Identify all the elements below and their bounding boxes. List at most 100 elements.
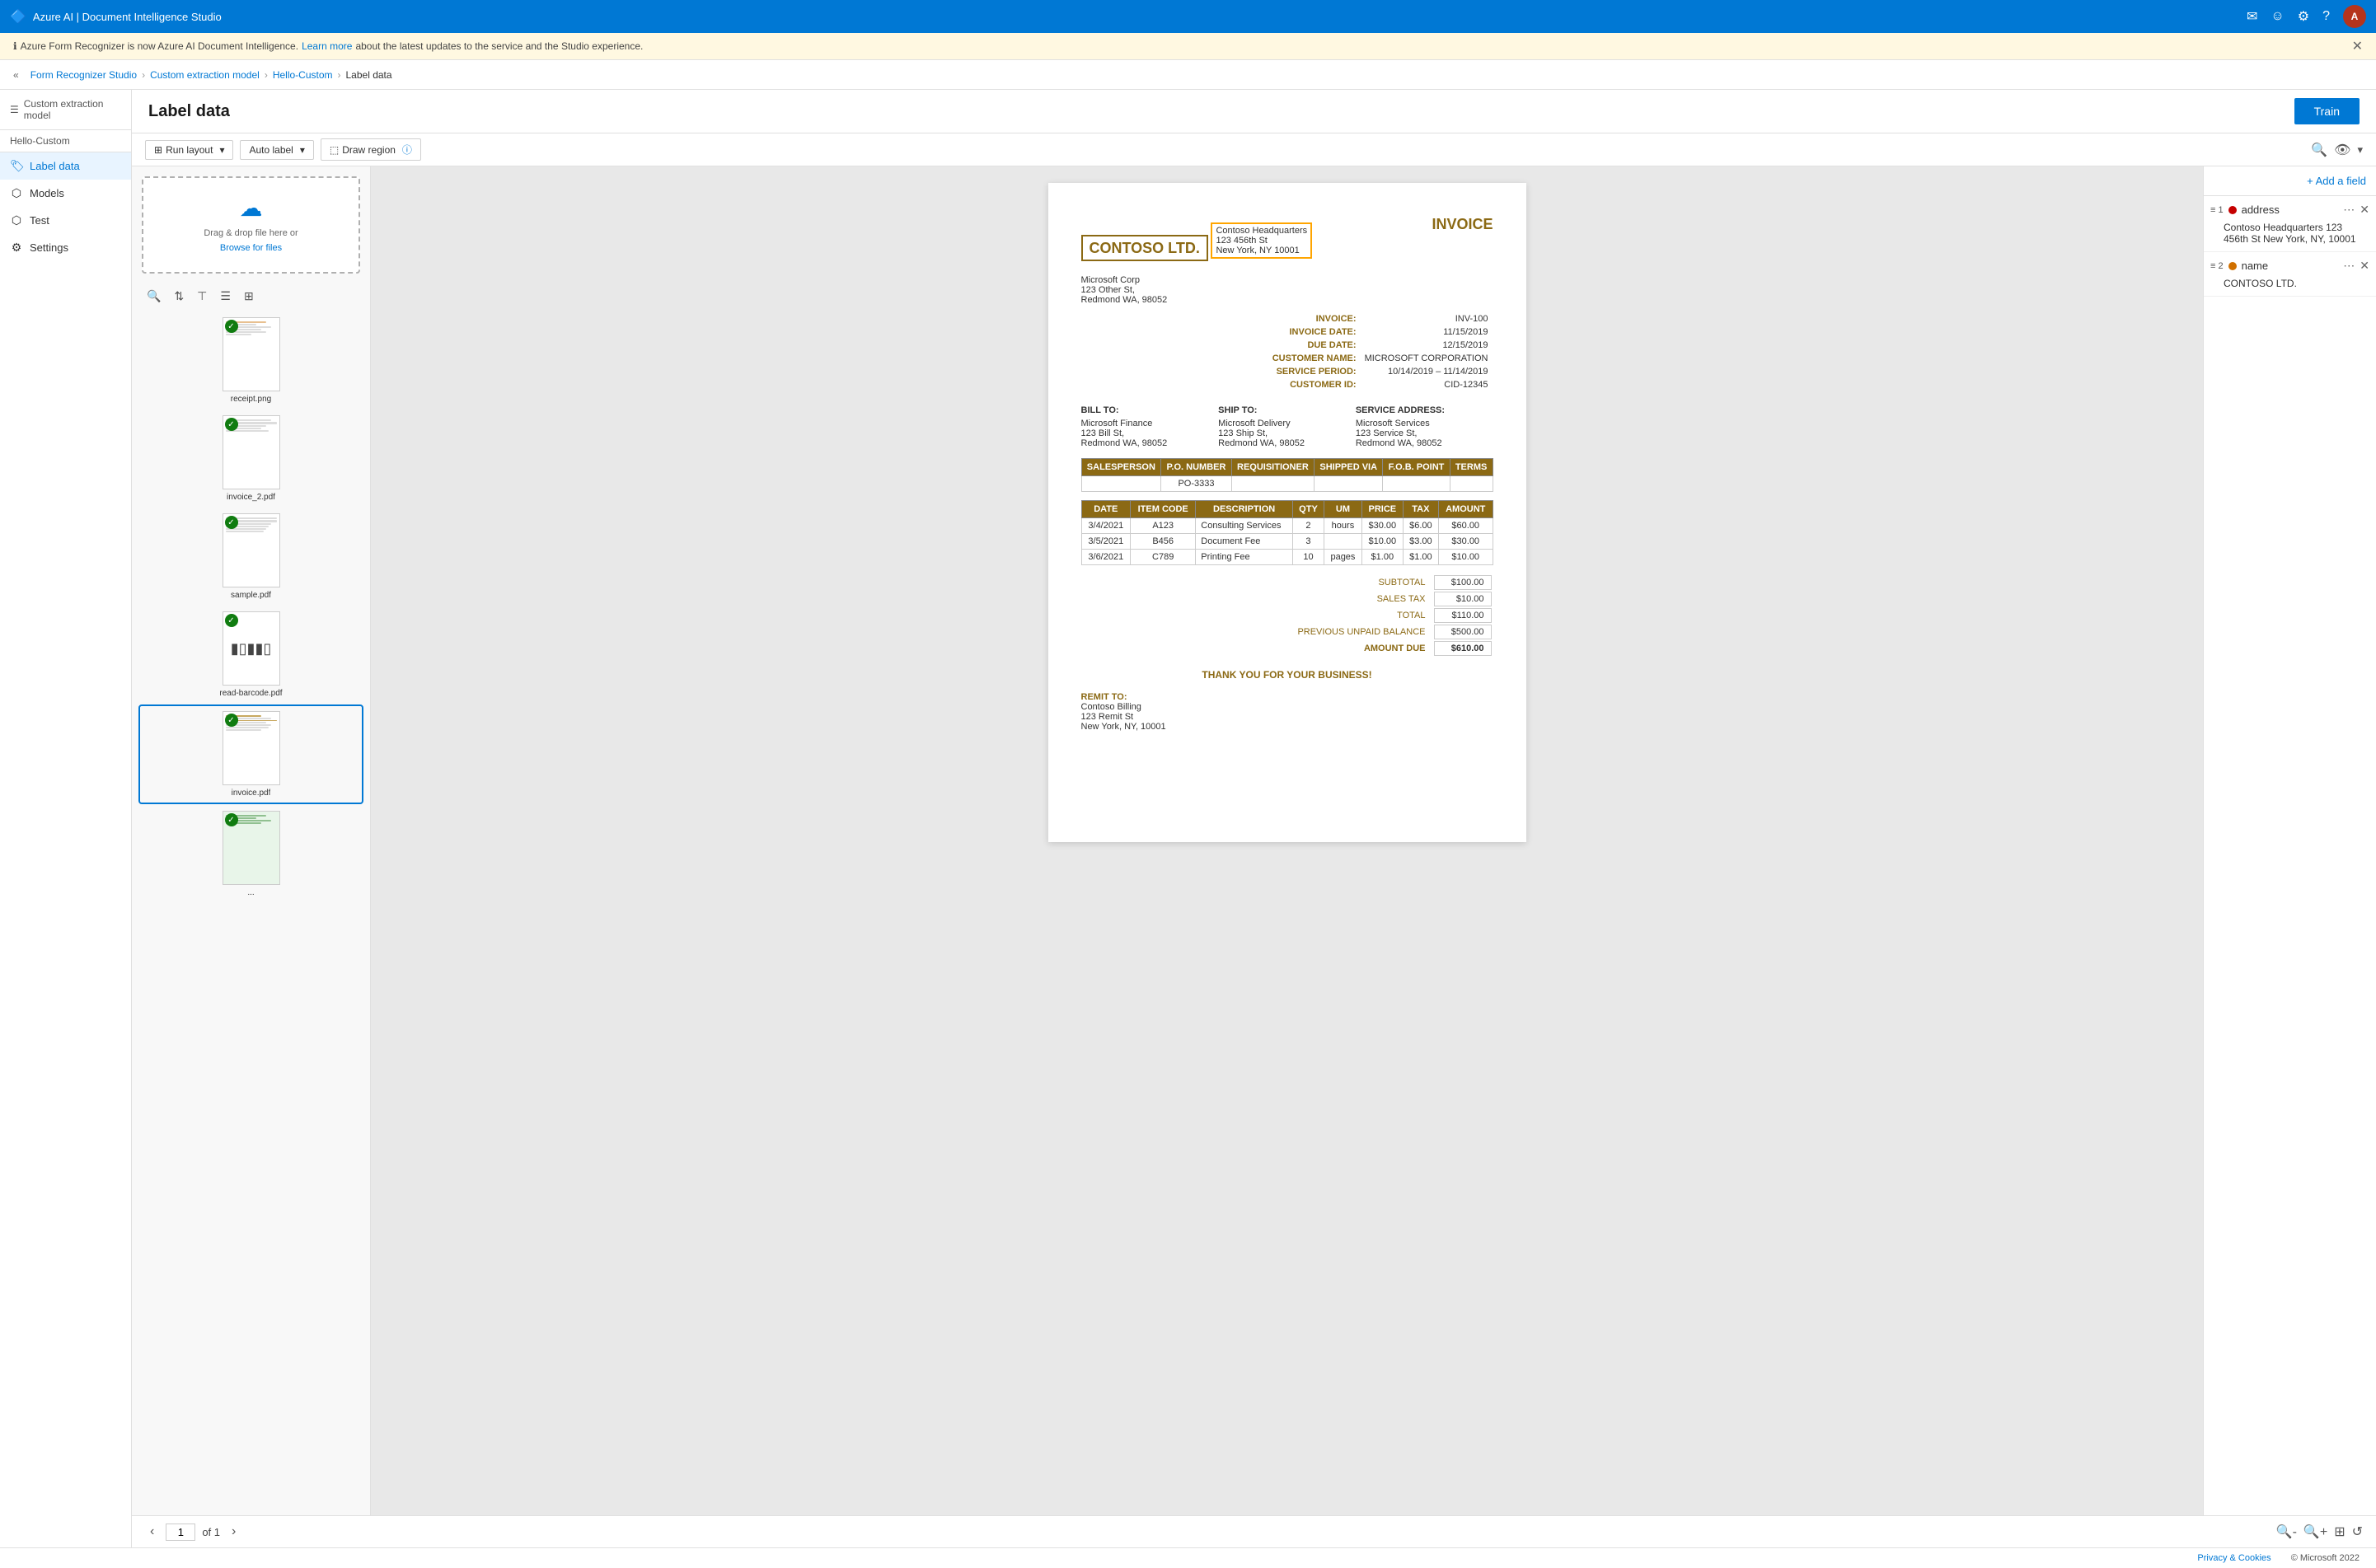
- items-table: DATE ITEM CODE DESCRIPTION QTY UM PRICE …: [1081, 500, 1493, 565]
- info-bar-close-icon[interactable]: ✕: [2352, 38, 2363, 54]
- field-menu-icon[interactable]: ⋯: [2343, 203, 2355, 217]
- due-date-label: DUE DATE:: [1269, 339, 1360, 351]
- list-item[interactable]: ✓ invoice_2.pdf: [138, 410, 363, 507]
- zoom-in-button[interactable]: 🔍+: [2303, 1524, 2327, 1540]
- sidebar-item-models[interactable]: ⬡ Models: [0, 180, 131, 207]
- list-item[interactable]: ✓ ▮▯▮▮▯ read-barcode.pdf: [138, 606, 363, 703]
- settings-icon[interactable]: ⚙: [2298, 8, 2309, 25]
- prev-page-button[interactable]: ‹: [145, 1523, 159, 1541]
- item-date: 3/6/2021: [1081, 550, 1131, 565]
- mail-icon[interactable]: ✉: [2247, 8, 2257, 25]
- file-upload-zone[interactable]: ☁ Drag & drop file here or Browse for fi…: [142, 176, 360, 274]
- list-item[interactable]: ✓ sample.pdf: [138, 508, 363, 605]
- breadcrumb-form-recognizer[interactable]: Form Recognizer Studio: [30, 69, 137, 81]
- collapse-sidebar-icon[interactable]: «: [13, 69, 19, 81]
- file-name: invoice.pdf: [232, 789, 271, 798]
- remit-section: REMIT TO: Contoso Billing 123 Remit St N…: [1081, 692, 1493, 732]
- service-period-label: SERVICE PERIOD:: [1269, 366, 1360, 377]
- invoice-header: CONTOSO LTD. Contoso Headquarters 123 45…: [1081, 216, 1493, 259]
- hamburger-icon: ☰: [10, 104, 19, 115]
- table-row: SERVICE PERIOD: 10/14/2019 – 11/14/2019: [1269, 366, 1492, 377]
- privacy-link[interactable]: Privacy & Cookies: [2197, 1553, 2271, 1563]
- rotate-button[interactable]: ↺: [2352, 1524, 2363, 1540]
- address-highlighted: Contoso Headquarters 123 456th St New Yo…: [1211, 222, 1312, 259]
- field-number: ≡ 1: [2210, 205, 2224, 215]
- browse-files-link[interactable]: Browse for files: [220, 243, 282, 253]
- fit-page-button[interactable]: ⊞: [2334, 1524, 2345, 1540]
- customer-id-label: CUSTOMER ID:: [1269, 379, 1360, 391]
- breadcrumb: « Form Recognizer Studio › Custom extrac…: [0, 60, 2376, 90]
- items-header-um: UM: [1324, 501, 1362, 518]
- items-header-amount: AMOUNT: [1438, 501, 1493, 518]
- auto-label-dropdown-icon: ▾: [300, 144, 305, 156]
- ship-to-col: SHIP TO: Microsoft Delivery 123 Ship St,…: [1218, 405, 1356, 448]
- list-item[interactable]: ✓ invoice.pdf: [138, 704, 363, 804]
- table-row: PO-3333: [1081, 476, 1493, 492]
- items-header-price: PRICE: [1361, 501, 1403, 518]
- table-row: SALESPERSON P.O. NUMBER REQUISITIONER SH…: [1081, 459, 1493, 476]
- field-name-address: address: [2242, 204, 2339, 216]
- info-after-link: about the latest updates to the service …: [355, 40, 643, 52]
- file-search-icon[interactable]: 🔍: [142, 287, 166, 306]
- app-title: Azure AI | Document Intelligence Studio: [33, 11, 222, 23]
- file-grid-view-icon[interactable]: ⊞: [239, 287, 259, 306]
- train-button[interactable]: Train: [2294, 98, 2360, 124]
- run-layout-dropdown-icon: ▾: [219, 144, 224, 156]
- file-sort-icon[interactable]: ⊤: [192, 287, 212, 306]
- draw-region-label: Draw region: [342, 144, 396, 156]
- sidebar-item-test[interactable]: ⬡ Test: [0, 207, 131, 234]
- item-price: $10.00: [1361, 534, 1403, 550]
- file-list-view-icon[interactable]: ☰: [215, 287, 236, 306]
- bill-from-city: Redmond WA, 98052: [1081, 295, 1493, 305]
- po-table: SALESPERSON P.O. NUMBER REQUISITIONER SH…: [1081, 458, 1493, 492]
- item-tax: $3.00: [1403, 534, 1438, 550]
- item-code: B456: [1131, 534, 1196, 550]
- sidebar-sub-label: Hello-Custom: [0, 130, 131, 152]
- sidebar-item-label-data[interactable]: 🏷 Label data: [0, 152, 131, 180]
- auto-label-button[interactable]: Auto label ▾: [240, 140, 313, 160]
- remit-addr: 123 Remit St: [1081, 712, 1493, 722]
- po-header-shipped-via: SHIPPED VIA: [1315, 459, 1383, 476]
- list-item[interactable]: ✓ ...: [138, 806, 363, 902]
- breadcrumb-custom-model[interactable]: Custom extraction model: [150, 69, 260, 81]
- bill-from-name: Microsoft Corp: [1081, 275, 1493, 285]
- invoice-title: INVOICE: [1432, 216, 1493, 233]
- list-item[interactable]: ✓ receipt.png: [138, 312, 363, 409]
- run-layout-button[interactable]: ⊞ Run layout ▾: [145, 140, 233, 160]
- zoom-controls: 🔍- 🔍+ ⊞ ↺: [2276, 1524, 2363, 1540]
- doc-toolbar: ⊞ Run layout ▾ Auto label ▾ ⬚ Draw regio…: [132, 133, 2376, 166]
- bill-to-city: Redmond WA, 98052: [1081, 438, 1219, 448]
- field-item-address: ≡ 1 address ⋯ ✕ Contoso Headquarters 123…: [2204, 196, 2376, 252]
- zoom-out-button[interactable]: 🔍-: [2276, 1524, 2297, 1540]
- smiley-icon[interactable]: ☺: [2271, 9, 2284, 24]
- field-close-icon[interactable]: ✕: [2360, 259, 2369, 273]
- file-filter-icon[interactable]: ⇅: [169, 287, 189, 306]
- file-check-icon: ✓: [225, 516, 238, 529]
- file-name: invoice_2.pdf: [227, 493, 275, 502]
- field-number: ≡ 2: [2210, 261, 2224, 271]
- field-menu-icon[interactable]: ⋯: [2343, 259, 2355, 273]
- item-amount: $10.00: [1438, 550, 1493, 565]
- file-check-icon: ✓: [225, 614, 238, 627]
- customer-id-value: CID-12345: [1361, 379, 1492, 391]
- eye-dropdown-icon[interactable]: ▾: [2357, 143, 2363, 157]
- search-icon[interactable]: 🔍: [2311, 142, 2327, 158]
- sidebar-item-settings[interactable]: ⚙ Settings: [0, 234, 131, 261]
- item-desc: Document Fee: [1196, 534, 1293, 550]
- add-field-button[interactable]: + Add a field: [2307, 175, 2366, 187]
- help-icon[interactable]: ?: [2322, 9, 2330, 24]
- field-close-icon[interactable]: ✕: [2360, 203, 2369, 217]
- draw-region-icon: ⬚: [330, 144, 339, 156]
- breadcrumb-hello-custom[interactable]: Hello-Custom: [273, 69, 333, 81]
- file-check-icon: ✓: [225, 714, 238, 727]
- toolbar-right-actions: 🔍 👁 ▾: [2311, 142, 2363, 158]
- eye-icon[interactable]: 👁: [2334, 142, 2350, 158]
- next-page-button[interactable]: ›: [227, 1523, 241, 1541]
- draw-region-button[interactable]: ⬚ Draw region ⓘ: [321, 138, 421, 161]
- page-input[interactable]: [166, 1524, 195, 1541]
- table-row: INVOICE DATE: 11/15/2019: [1269, 326, 1492, 338]
- item-um: pages: [1324, 550, 1362, 565]
- user-avatar[interactable]: A: [2343, 5, 2366, 28]
- learn-more-link[interactable]: Learn more: [302, 40, 352, 52]
- amount-due-label: AMOUNT DUE: [1291, 641, 1432, 656]
